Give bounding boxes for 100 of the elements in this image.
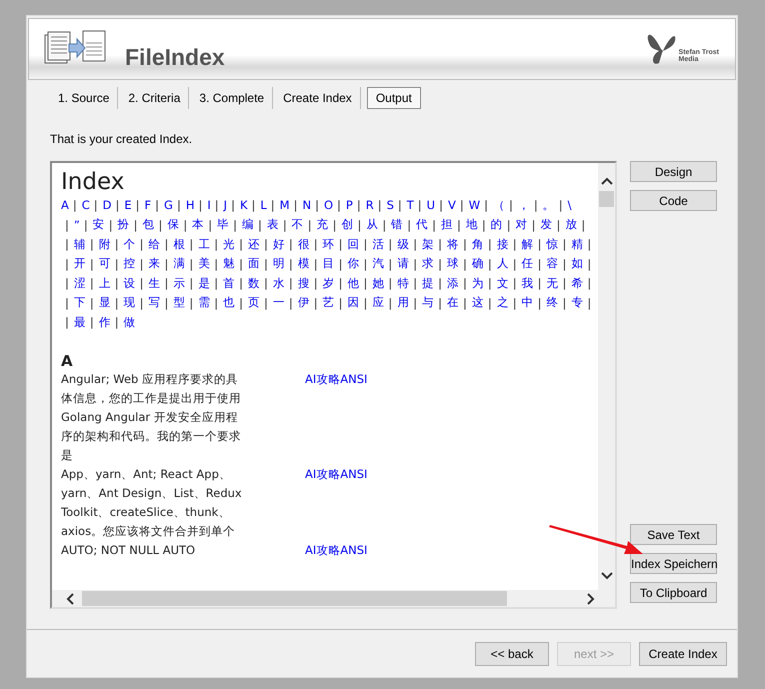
index-link[interactable]: 专 [571,295,584,310]
index-link[interactable]: 光 [223,236,236,252]
index-link[interactable]: 。 [542,198,555,213]
index-link[interactable]: 可 [98,256,111,272]
index-link[interactable]: 求 [422,256,434,272]
index-link[interactable]: ” [74,218,80,232]
index-link[interactable]: 请 [397,256,410,272]
index-link[interactable]: R [366,198,374,212]
index-link[interactable]: （ [492,198,505,213]
index-link[interactable]: 涩 [74,276,86,291]
index-link[interactable]: 搜 [298,276,310,291]
index-link[interactable]: 给 [148,236,160,252]
index-link[interactable]: 错 [391,217,404,232]
index-link[interactable]: 现 [124,295,136,310]
index-link[interactable]: 扮 [118,217,130,232]
index-link[interactable]: J [224,198,228,212]
side-button[interactable]: Code [630,190,717,212]
index-link[interactable]: 生 [148,276,160,291]
index-link[interactable]: 控 [124,256,136,272]
index-link[interactable]: 魅 [223,256,236,272]
index-link[interactable]: 担 [440,217,453,232]
index-link[interactable]: 岁 [322,276,335,291]
index-link[interactable]: 你 [348,256,360,272]
index-link[interactable]: 代 [416,217,428,232]
index-link[interactable]: D [102,198,112,212]
tab[interactable]: 1. Source [50,87,118,110]
index-link[interactable]: 做 [124,314,136,330]
index-link[interactable]: 最 [74,314,86,330]
index-link[interactable]: G [164,198,173,212]
index-link[interactable]: 任 [522,256,534,272]
index-link[interactable]: H [186,198,194,212]
index-link[interactable]: 还 [248,236,260,252]
index-link[interactable]: 角 [472,236,484,252]
index-link[interactable]: 他 [348,276,360,291]
index-link[interactable]: 型 [173,295,186,310]
index-link[interactable]: 包 [142,217,154,232]
index-link[interactable]: 文 [496,276,509,291]
side-button[interactable]: Index Speichern [630,553,717,574]
index-link[interactable]: K [240,198,248,212]
index-link[interactable]: 发 [540,217,552,232]
index-link[interactable]: 无 [546,276,558,291]
index-link[interactable]: 好 [272,236,285,252]
index-link[interactable]: 辅 [74,236,86,252]
tab[interactable]: 2. Criteria [120,87,190,110]
index-link[interactable]: 之 [496,295,509,310]
index-link[interactable]: L [260,198,267,212]
index-link[interactable]: T [406,198,414,212]
entry-link[interactable]: AI攻略ANSI [305,540,368,560]
index-link[interactable]: 汽 [372,256,384,272]
index-link[interactable]: 来 [148,256,160,272]
index-link[interactable]: 提 [422,276,434,291]
index-link[interactable]: 附 [98,236,111,252]
index-link[interactable]: S [386,198,394,212]
index-link[interactable]: 的 [490,217,503,232]
index-link[interactable]: \ [568,198,572,212]
index-link[interactable]: 个 [124,236,136,252]
index-link[interactable]: 下 [74,295,86,310]
index-link[interactable]: 因 [348,295,360,310]
index-link[interactable]: M [280,198,290,212]
index-link[interactable]: 示 [173,276,186,291]
index-link[interactable]: 明 [272,256,285,272]
entry-link[interactable]: AI攻略ANSI [305,370,368,389]
index-link[interactable]: U [426,198,436,212]
index-link[interactable]: 为 [472,276,484,291]
index-link[interactable]: 艺 [322,295,335,310]
index-link[interactable]: 添 [447,276,459,291]
index-link[interactable]: 也 [223,295,236,310]
index-link[interactable]: 很 [298,236,310,252]
index-link[interactable]: 级 [397,236,410,252]
index-link[interactable]: 根 [173,236,186,252]
index-link[interactable]: E [124,198,132,212]
index-link[interactable]: 环 [322,236,335,252]
index-link[interactable]: 充 [316,217,329,232]
index-link[interactable]: 页 [248,295,260,310]
index-link[interactable]: 设 [124,276,136,291]
index-link[interactable]: 从 [366,217,378,232]
index-link[interactable]: 希 [571,276,584,291]
index-link[interactable]: 这 [472,295,484,310]
index-link[interactable]: 用 [397,295,410,310]
index-link[interactable]: 终 [546,295,558,310]
scroll-thumb[interactable] [599,191,614,208]
index-link[interactable]: F [144,198,152,212]
entry-link[interactable]: AI攻略ANSI [305,464,368,484]
index-link[interactable]: I [207,198,211,212]
side-button[interactable]: Design [630,161,717,182]
index-link[interactable]: 数 [248,276,260,291]
index-link[interactable]: 特 [397,276,410,291]
side-button[interactable]: To Clipboard [630,582,717,604]
index-link[interactable]: 与 [422,295,434,310]
index-link[interactable]: 在 [447,295,459,310]
side-button[interactable]: Save Text [630,524,717,546]
index-link[interactable]: 惊 [546,236,558,252]
index-link[interactable]: W [468,198,480,212]
index-link[interactable]: 写 [148,295,160,310]
index-link[interactable]: 架 [422,236,434,252]
index-link[interactable]: 保 [167,217,180,232]
index-link[interactable]: O [324,198,334,212]
index-link[interactable]: 她 [372,276,384,291]
index-link[interactable]: 满 [173,256,186,272]
index-link[interactable]: 工 [198,236,210,252]
